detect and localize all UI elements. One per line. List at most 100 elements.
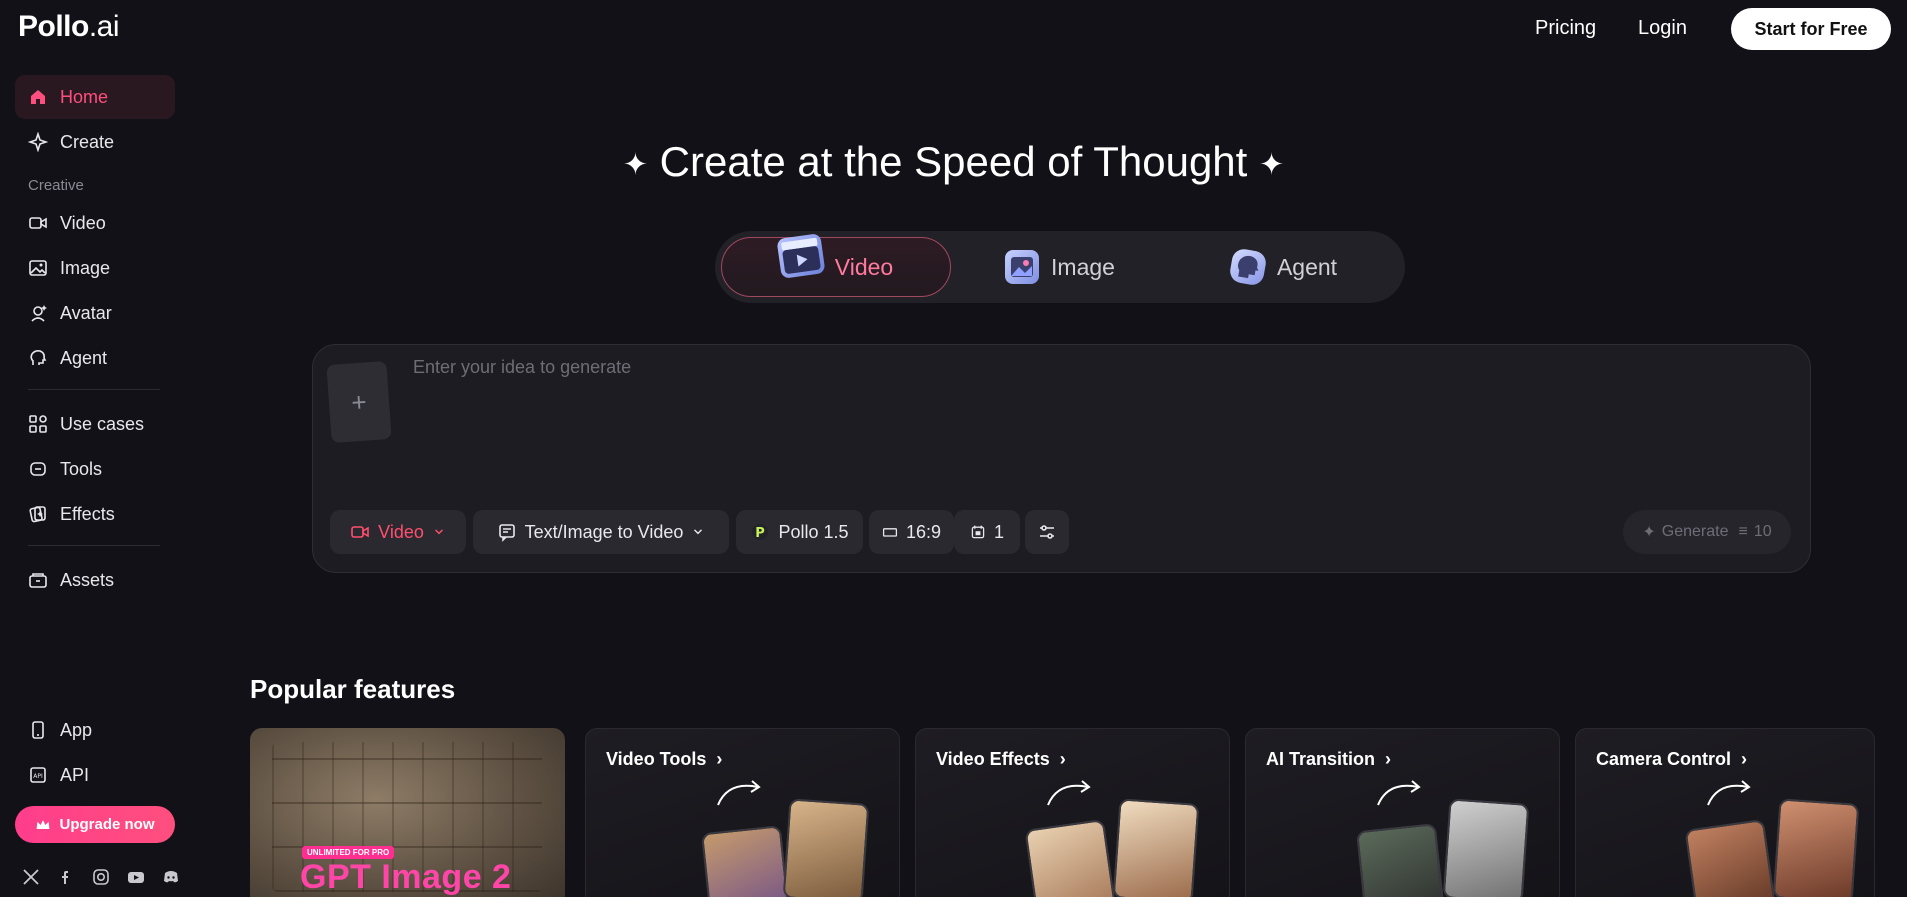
sidebar-item-app[interactable]: App <box>15 708 175 752</box>
curved-arrow-icon <box>717 780 761 806</box>
sidebar-item-label: App <box>60 719 93 740</box>
facebook-icon[interactable] <box>57 868 75 886</box>
generation-type-dropdown[interactable]: Text/Image to Video <box>473 510 729 554</box>
brand-logo[interactable]: Pollo.ai <box>18 10 120 44</box>
sidebar-item-home[interactable]: Home <box>15 75 175 119</box>
sidebar-item-label: API <box>60 764 90 785</box>
sidebar-item-image[interactable]: Image <box>15 246 175 290</box>
hero-heading: ✦ Create at the Speed of Thought ✦ <box>0 138 1907 186</box>
promo-title: GPT Image 2 <box>300 858 512 896</box>
login-link[interactable]: Login <box>1638 17 1687 40</box>
feature-card-camera-control[interactable]: Camera Control › <box>1575 728 1875 897</box>
prompt-box: + Video Text/Image to Video P Pollo 1.5 … <box>312 344 1811 573</box>
mode-tabs: Video Image Agent <box>715 231 1405 303</box>
sidebar-item-tools[interactable]: Tools <box>15 447 175 491</box>
start-for-free-button[interactable]: Start for Free <box>1731 8 1891 50</box>
sidebar-item-video[interactable]: Video <box>15 201 175 245</box>
youtube-icon[interactable] <box>127 868 145 886</box>
gpt-image-promo-card[interactable]: UNLIMITED FOR PRO GPT Image 2 <box>250 728 565 897</box>
chevron-down-icon <box>691 525 705 539</box>
sidebar-item-agent[interactable]: Agent <box>15 336 175 380</box>
folder-icon <box>28 570 48 590</box>
sidebar-item-avatar[interactable]: Avatar <box>15 291 175 335</box>
x-icon[interactable] <box>22 868 40 886</box>
sidebar-item-label: Avatar <box>60 302 112 323</box>
crown-icon <box>35 817 51 833</box>
model-selector[interactable]: P Pollo 1.5 <box>736 510 863 554</box>
hero-title: Create at the Speed of Thought <box>659 138 1248 185</box>
agent-icon <box>28 348 48 368</box>
settings-button[interactable] <box>1025 510 1069 554</box>
card-title-text: AI Transition <box>1266 749 1376 769</box>
aspect-ratio-label: 16:9 <box>905 521 942 542</box>
image-icon <box>1005 250 1040 284</box>
chevron-right-icon: › <box>716 749 723 769</box>
tab-video[interactable]: Video <box>721 233 951 297</box>
pricing-link[interactable]: Pricing <box>1535 17 1596 40</box>
aspect-ratio-selector[interactable]: 16:9 <box>869 510 954 554</box>
generate-button[interactable]: ✦ Generate ≡ 10 <box>1623 510 1791 554</box>
brand-suffix: .ai <box>88 10 120 43</box>
sidebar-item-label: Use cases <box>60 413 145 434</box>
image-icon <box>28 258 48 278</box>
output-count-selector[interactable]: 1 <box>954 510 1020 554</box>
video-icon <box>28 213 48 233</box>
effects-icon <box>28 504 48 524</box>
aspect-ratio-icon <box>882 524 898 540</box>
tab-label: Agent <box>1276 253 1338 280</box>
tab-label: Image <box>1051 253 1115 280</box>
sparkle-icon: ✦ <box>1642 524 1656 541</box>
generation-type-label: Text/Image to Video <box>524 521 684 542</box>
generate-label: Generate <box>1661 523 1729 540</box>
sidebar-item-label: Tools <box>60 458 103 479</box>
add-media-button[interactable]: + <box>326 361 392 443</box>
mode-label: Video <box>378 521 424 542</box>
curved-arrow-icon <box>1377 780 1421 806</box>
upgrade-button[interactable]: Upgrade now <box>15 806 175 843</box>
sidebar-item-use-cases[interactable]: Use cases <box>15 402 175 446</box>
tab-agent[interactable]: Agent <box>1169 237 1399 297</box>
sidebar-item-api[interactable]: API API <box>15 753 175 797</box>
popular-features-heading: Popular features <box>250 674 456 704</box>
clapperboard-icon <box>776 233 826 279</box>
sidebar-item-effects[interactable]: Effects <box>15 492 175 536</box>
feature-card-video-tools[interactable]: Video Tools › <box>585 728 900 897</box>
discord-icon[interactable] <box>162 868 180 886</box>
count-icon <box>970 524 986 540</box>
curved-arrow-icon <box>1707 780 1751 806</box>
brand-name: Pollo <box>18 10 89 43</box>
feature-card-ai-transition[interactable]: AI Transition › <box>1245 728 1560 897</box>
sidebar-item-label: Assets <box>60 569 115 590</box>
phone-icon <box>28 720 48 740</box>
card-title-text: Camera Control <box>1596 749 1732 769</box>
sidebar-divider <box>28 389 160 390</box>
before-thumbnail <box>700 825 792 897</box>
credits-icon: ≡ <box>1738 523 1748 540</box>
chevron-down-icon <box>432 525 446 539</box>
tools-icon <box>28 459 48 479</box>
sparkle-icon: ✦ <box>622 148 648 182</box>
svg-text:API: API <box>33 773 43 780</box>
card-title-text: Video Effects <box>936 749 1050 769</box>
pollo-logo-icon: P <box>750 522 770 542</box>
model-label: Pollo 1.5 <box>778 521 849 542</box>
chevron-right-icon: › <box>1059 749 1066 769</box>
tab-image[interactable]: Image <box>945 237 1175 297</box>
credits-count: 10 <box>1753 523 1772 540</box>
plus-icon: + <box>350 386 368 417</box>
mode-dropdown[interactable]: Video <box>330 510 466 554</box>
svg-text:P: P <box>756 526 766 541</box>
after-thumbnail <box>1112 798 1200 897</box>
sidebar: Pollo.ai Home Create Creative Video Imag… <box>0 0 190 897</box>
feature-card-video-effects[interactable]: Video Effects › <box>915 728 1230 897</box>
api-icon: API <box>28 765 48 785</box>
sidebar-divider <box>28 545 160 546</box>
video-icon <box>350 522 370 542</box>
sidebar-item-label: Image <box>60 257 111 278</box>
prompt-input[interactable] <box>413 357 1783 457</box>
instagram-icon[interactable] <box>92 868 110 886</box>
sidebar-item-label: Video <box>60 212 106 233</box>
output-count-label: 1 <box>993 521 1004 542</box>
card-title: AI Transition › <box>1266 749 1391 770</box>
sidebar-item-assets[interactable]: Assets <box>15 558 175 602</box>
